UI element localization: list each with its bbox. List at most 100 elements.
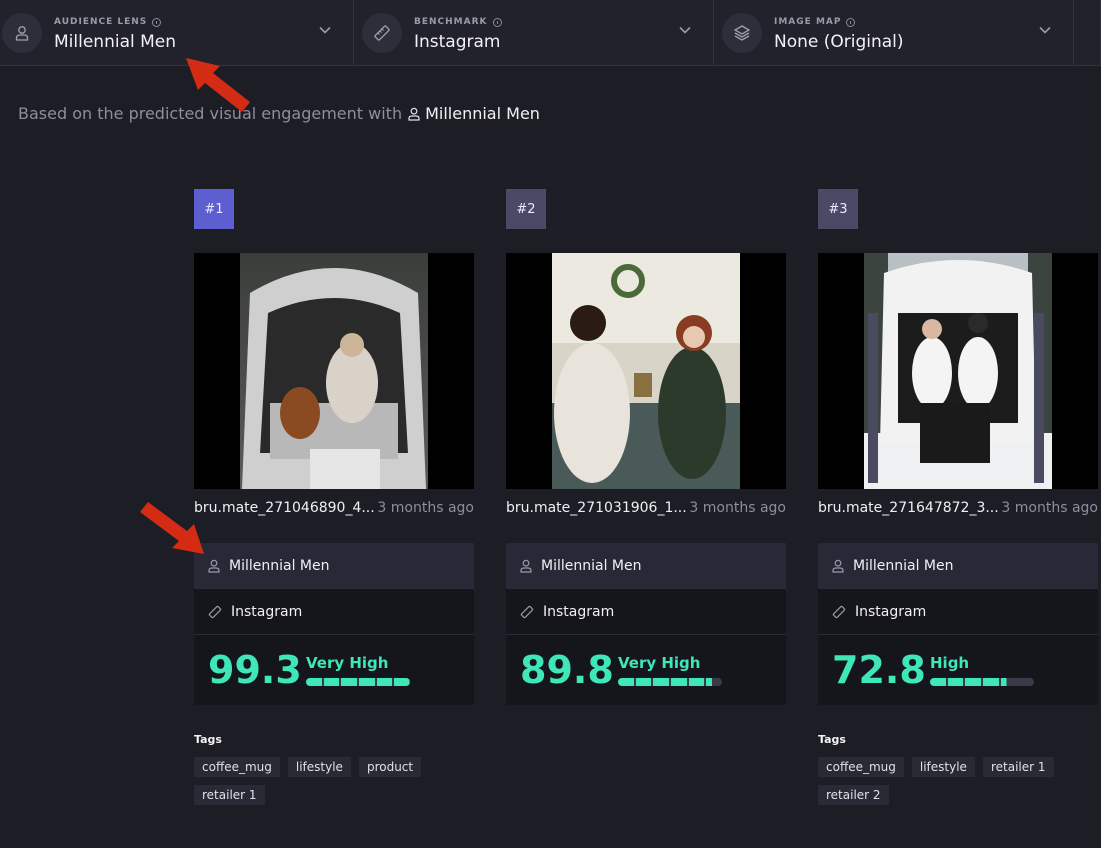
tag-chip[interactable]: retailer 2 [818, 785, 889, 805]
image-preview[interactable] [194, 253, 474, 489]
score-panel: Millennial Men Instagram 89.8 Very High [506, 543, 786, 705]
info-icon[interactable] [492, 17, 502, 27]
engagement-score: 99.3 Very High [194, 635, 474, 705]
score-level-label: Very High [306, 654, 389, 672]
image-meta: bru.mate_271647872_3... 3 months ago [818, 500, 1098, 516]
chevron-down-icon[interactable] [679, 26, 691, 34]
audience-row: Millennial Men [506, 543, 786, 589]
ranked-image-card[interactable]: #3 bru.mate_271647872_3... 3 months ago … [818, 189, 1098, 805]
audience-chip: Millennial Men [408, 104, 540, 123]
benchmark-dropdown[interactable]: BENCHMARK Instagram [354, 0, 714, 66]
image-map-dropdown[interactable]: IMAGE MAP None (Original) [714, 0, 1074, 66]
engagement-score: 89.8 Very High [506, 635, 786, 705]
filter-bar-remainder [1074, 0, 1101, 65]
score-bar-segment [1000, 678, 1017, 686]
benchmark-label: Instagram [231, 603, 303, 620]
filter-label: IMAGE MAP [774, 17, 856, 27]
ranked-image-card[interactable]: #1 bru.mate_271046890_4... 3 months ago … [194, 189, 474, 805]
layers-icon [722, 13, 762, 53]
photo-two-women-couch [552, 253, 740, 489]
score-value: 89.8 [520, 648, 614, 692]
ruler-icon [208, 605, 222, 618]
score-bar [930, 678, 1034, 686]
score-panel: Millennial Men Instagram 72.8 High [818, 543, 1098, 705]
score-bar-segment [653, 678, 669, 686]
photo-car-trunk-dog [240, 253, 428, 489]
engagement-score: 72.8 High [818, 635, 1098, 705]
annotation-arrow-icon [140, 502, 204, 554]
score-bar-segment [930, 678, 946, 686]
score-bar-segment [965, 678, 981, 686]
score-bar-segment [358, 678, 375, 686]
audience-label: Millennial Men [541, 557, 642, 574]
person-icon [408, 107, 420, 121]
filter-bar: AUDIENCE LENS Millennial Men BENCHMARK I… [0, 0, 1101, 66]
tags-heading: Tags [194, 733, 222, 746]
person-icon [520, 559, 532, 573]
image-preview[interactable] [818, 253, 1098, 489]
audience-name: Millennial Men [425, 104, 540, 123]
score-bar-segment [341, 678, 357, 686]
benchmark-label: Instagram [855, 603, 927, 620]
score-level: High [930, 654, 1034, 686]
rank-badge: #3 [818, 189, 858, 229]
image-filename[interactable]: bru.mate_271046890_4... [194, 500, 375, 516]
score-bar [306, 678, 410, 686]
ruler-icon [362, 13, 402, 53]
audience-label: Millennial Men [229, 557, 330, 574]
score-bar-segment [394, 678, 410, 686]
image-preview[interactable] [506, 253, 786, 489]
filter-value: None (Original) [774, 32, 904, 52]
benchmark-row: Instagram [506, 589, 786, 635]
image-age: 3 months ago [1001, 500, 1098, 516]
person-icon [208, 559, 220, 573]
info-icon[interactable] [846, 17, 856, 27]
image-filename[interactable]: bru.mate_271031906_1... [506, 500, 687, 516]
score-value: 72.8 [832, 648, 926, 692]
person-icon [2, 13, 42, 53]
tag-chip[interactable]: coffee_mug [818, 757, 904, 777]
tag-chip[interactable]: lifestyle [911, 757, 975, 777]
annotation-arrow-icon [186, 58, 250, 112]
benchmark-row: Instagram [194, 589, 474, 635]
tag-list: coffee_mug lifestyle retailer 1 retailer 2 [818, 757, 1098, 805]
score-panel: Millennial Men Instagram 99.3 Very High [194, 543, 474, 705]
score-bar-segment [688, 678, 705, 686]
chevron-down-icon[interactable] [1039, 26, 1051, 34]
score-level-label: Very High [618, 654, 701, 672]
image-filename[interactable]: bru.mate_271647872_3... [818, 500, 999, 516]
score-bar-segment [306, 678, 322, 686]
filter-value: Instagram [414, 32, 501, 52]
score-level: Very High [306, 654, 410, 686]
score-level-label: High [930, 654, 970, 672]
score-bar-segment [635, 678, 652, 686]
tag-chip[interactable]: coffee_mug [194, 757, 280, 777]
tag-chip[interactable]: retailer 1 [194, 785, 265, 805]
ranked-image-card[interactable]: #2 bru.mate_271031906_1... 3 months ago … [506, 189, 786, 705]
score-value: 99.3 [208, 648, 302, 692]
score-bar-segment [1018, 678, 1034, 686]
filter-label: BENCHMARK [414, 17, 502, 27]
audience-row: Millennial Men [194, 543, 474, 589]
tag-chip[interactable]: product [358, 757, 422, 777]
score-bar-segment [706, 678, 722, 686]
rank-badge: #2 [506, 189, 546, 229]
rank-badge: #1 [194, 189, 234, 229]
chevron-down-icon[interactable] [319, 26, 331, 34]
filter-label: AUDIENCE LENS [54, 17, 162, 27]
info-icon[interactable] [152, 17, 162, 27]
tag-chip[interactable]: retailer 1 [982, 757, 1054, 777]
tags-heading: Tags [818, 733, 846, 746]
ruler-icon [520, 605, 534, 618]
benchmark-label: Instagram [543, 603, 615, 620]
filter-value: Millennial Men [54, 32, 177, 52]
score-level: Very High [618, 654, 722, 686]
score-bar-segment [618, 678, 634, 686]
score-bar-segment [947, 678, 964, 686]
image-meta: bru.mate_271031906_1... 3 months ago [506, 500, 786, 516]
photo-skiers-suv [864, 253, 1052, 489]
tag-chip[interactable]: lifestyle [287, 757, 351, 777]
score-bar-segment [323, 678, 340, 686]
audience-lens-dropdown[interactable]: AUDIENCE LENS Millennial Men [0, 0, 354, 66]
image-meta: bru.mate_271046890_4... 3 months ago [194, 500, 474, 516]
